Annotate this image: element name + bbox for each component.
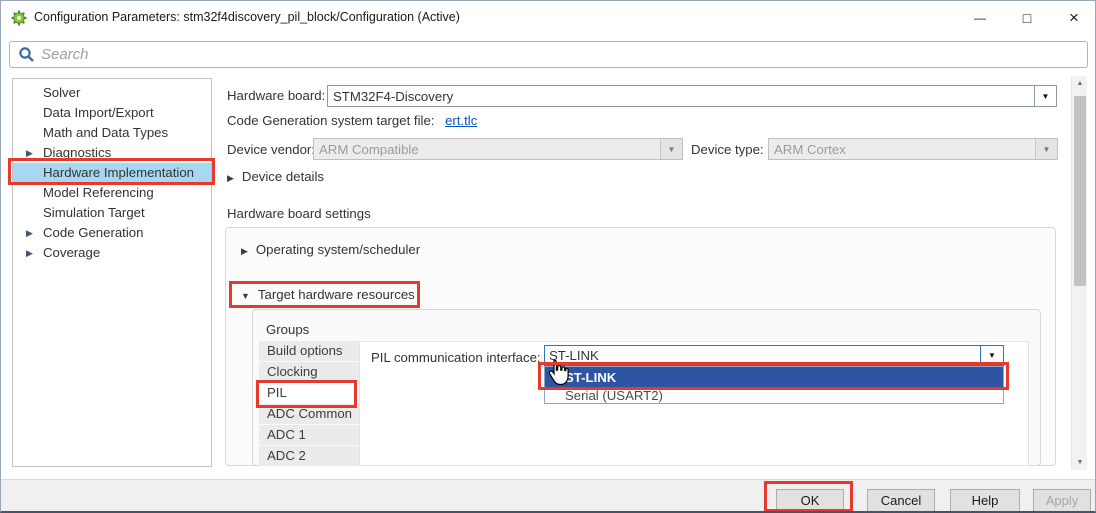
group-item-clocking[interactable]: Clocking <box>259 362 359 382</box>
help-button[interactable]: Help <box>950 489 1020 512</box>
sidebar-item-solver[interactable]: Solver <box>13 83 211 103</box>
scrollbar-thumb[interactable] <box>1074 96 1086 286</box>
sidebar-item-diagnostics[interactable]: ▶Diagnostics <box>13 143 211 163</box>
ok-button[interactable]: OK <box>776 489 844 512</box>
chevron-right-icon: ▶ <box>241 246 248 256</box>
window-controls: — □ × <box>963 1 1091 34</box>
device-type-select: ARM Cortex ▼ <box>768 138 1058 160</box>
chevron-down-icon: ▼ <box>660 139 682 159</box>
dropdown-option-st-link[interactable]: ST-LINK <box>545 367 1003 388</box>
target-hardware-resources-toggle[interactable]: ▼Target hardware resources <box>241 287 415 302</box>
search-icon <box>18 46 35 63</box>
close-icon[interactable]: × <box>1057 1 1091 34</box>
sidebar-item-simulation-target[interactable]: Simulation Target <box>13 203 211 223</box>
cancel-button[interactable]: Cancel <box>867 489 935 512</box>
operating-system-scheduler-toggle[interactable]: ▶Operating system/scheduler <box>241 242 420 257</box>
dropdown-option-serial-usart2[interactable]: Serial (USART2) <box>545 388 1003 403</box>
search-placeholder: Search <box>41 46 89 63</box>
apply-button: Apply <box>1033 489 1091 512</box>
chevron-down-icon[interactable]: ▼ <box>1034 86 1056 106</box>
chevron-right-icon[interactable]: ▶ <box>26 143 40 163</box>
pil-interface-dropdown-list: ST-LINK Serial (USART2) <box>544 366 1004 404</box>
chevron-down-icon[interactable]: ▼ <box>980 346 1003 365</box>
minimize-icon[interactable]: — <box>963 1 997 34</box>
group-item-adc-2[interactable]: ADC 2 <box>259 446 359 466</box>
group-item-adc-1[interactable]: ADC 1 <box>259 425 359 445</box>
configuration-parameters-dialog: Configuration Parameters: stm32f4discove… <box>0 0 1096 513</box>
hand-pointer-cursor <box>545 358 571 388</box>
footer-bar: OK Cancel Help Apply <box>1 479 1095 512</box>
scroll-up-icon[interactable]: ▲ <box>1072 76 1088 91</box>
maximize-icon[interactable]: □ <box>1010 1 1044 34</box>
scroll-down-icon[interactable]: ▼ <box>1072 455 1088 470</box>
hardware-board-select[interactable]: STM32F4-Discovery ▼ <box>327 85 1057 107</box>
pil-communication-interface-select[interactable]: ST-LINK ▼ <box>544 345 1004 366</box>
ert-tlc-link[interactable]: ert.tlc <box>445 113 477 128</box>
sidebar-item-hardware-implementation[interactable]: Hardware Implementation <box>13 163 211 183</box>
search-input[interactable]: Search <box>9 41 1088 68</box>
pil-communication-interface-label: PIL communication interface: <box>371 350 541 365</box>
sidebar-item-model-referencing[interactable]: Model Referencing <box>13 183 211 203</box>
hardware-board-settings-label: Hardware board settings <box>227 206 371 221</box>
sidebar-item-code-generation[interactable]: ▶Code Generation <box>13 223 211 243</box>
sidebar-item-data-import-export[interactable]: Data Import/Export <box>13 103 211 123</box>
group-item-build-options[interactable]: Build options <box>259 341 359 361</box>
device-vendor-label: Device vendor: <box>227 142 315 157</box>
groups-label: Groups <box>266 322 309 337</box>
sidebar-item-math-and-data-types[interactable]: Math and Data Types <box>13 123 211 143</box>
sidebar-item-coverage[interactable]: ▶Coverage <box>13 243 211 263</box>
chevron-right-icon[interactable]: ▶ <box>26 243 40 263</box>
chevron-down-icon: ▼ <box>1035 139 1057 159</box>
chevron-down-icon: ▼ <box>241 291 250 301</box>
group-item-pil[interactable]: PIL <box>259 383 359 403</box>
hardware-board-label: Hardware board: <box>227 88 325 103</box>
chevron-right-icon: ▶ <box>227 173 234 183</box>
target-file-label: Code Generation system target file: <box>227 113 434 128</box>
vertical-scrollbar[interactable]: ▲ ▼ <box>1071 76 1087 470</box>
chevron-right-icon[interactable]: ▶ <box>26 223 40 243</box>
groups-list: Build options Clocking PIL ADC Common AD… <box>259 341 359 467</box>
title-bar: Configuration Parameters: stm32f4discove… <box>1 1 1095 34</box>
device-details-toggle[interactable]: ▶Device details <box>227 169 324 184</box>
device-type-label: Device type: <box>691 142 764 157</box>
config-tree-sidebar: Solver Data Import/Export Math and Data … <box>12 78 212 467</box>
window-title: Configuration Parameters: stm32f4discove… <box>34 1 460 34</box>
device-vendor-select: ARM Compatible ▼ <box>313 138 683 160</box>
simulink-config-gear-icon <box>11 10 27 26</box>
group-item-adc-common[interactable]: ADC Common <box>259 404 359 424</box>
target-file-row: Code Generation system target file: ert.… <box>227 113 477 128</box>
